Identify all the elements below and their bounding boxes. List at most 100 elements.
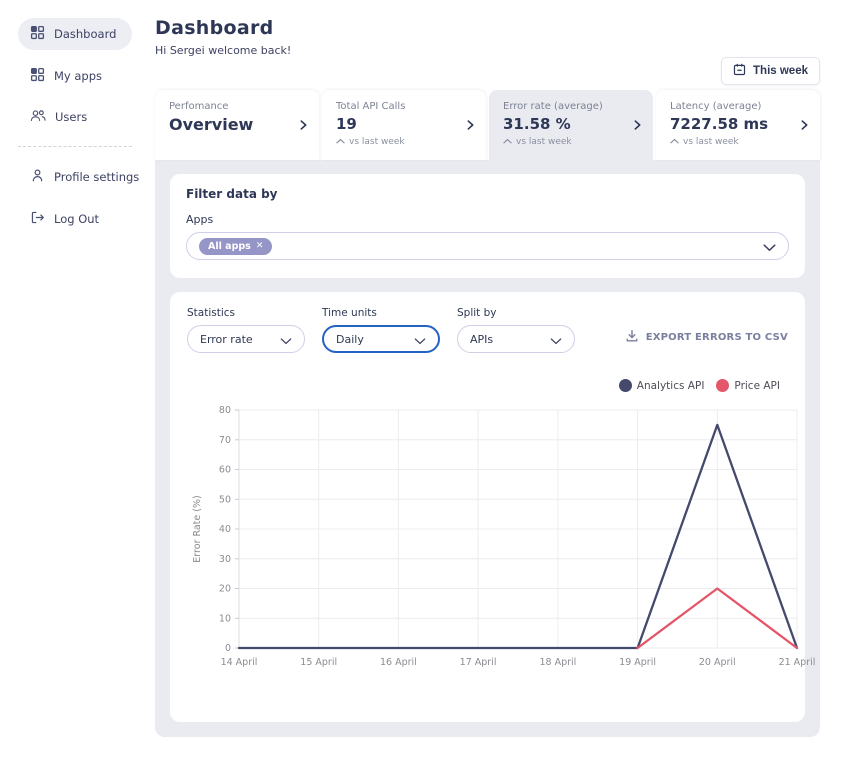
caret-up-icon	[336, 137, 345, 147]
svg-text:21 April: 21 April	[779, 657, 816, 668]
svg-text:30: 30	[219, 554, 231, 565]
svg-text:14 April: 14 April	[221, 657, 258, 668]
apps-field-label: Apps	[186, 213, 789, 226]
statistics-control: Statistics Error rate	[187, 307, 305, 353]
error-rate-chart: 0102030405060708014 April15 April16 Apri…	[187, 394, 788, 692]
svg-text:20 April: 20 April	[699, 657, 736, 668]
grid-icon	[30, 67, 45, 85]
tab-label: Perfomance	[169, 101, 293, 112]
grid-icon	[30, 25, 45, 43]
sidebar-divider	[18, 146, 132, 147]
line-chart-svg: 0102030405060708014 April15 April16 Apri…	[187, 394, 818, 688]
chevron-right-icon	[467, 116, 474, 135]
tab-value: 31.58 %	[503, 115, 627, 133]
chip-close-icon[interactable]: ✕	[256, 241, 264, 251]
svg-text:40: 40	[219, 524, 231, 535]
tab-total-api-calls[interactable]: Total API Calls 19 vs last week	[322, 90, 486, 160]
tab-latency[interactable]: Latency (average) 7227.58 ms vs last wee…	[656, 90, 820, 160]
period-selector-button[interactable]: This week	[721, 57, 820, 85]
export-csv-label: EXPORT ERRORS TO CSV	[646, 332, 788, 343]
split-by-control: Split by APIs	[457, 307, 575, 353]
time-units-value: Daily	[336, 333, 364, 346]
legend-item-analytics-api[interactable]: Analytics API	[619, 379, 705, 392]
sidebar: Dashboard My apps Users	[0, 0, 148, 782]
split-by-select[interactable]: APIs	[457, 325, 575, 353]
sidebar-item-label: Log Out	[54, 212, 99, 226]
chart-controls: Statistics Error rate Time units Daily	[187, 307, 788, 353]
filter-card: Filter data by Apps All apps ✕	[170, 174, 805, 278]
main-content: Dashboard Hi Sergei welcome back! This w…	[155, 0, 820, 737]
tab-trend-label: vs last week	[683, 137, 739, 147]
tab-trend: vs last week	[336, 137, 460, 147]
svg-text:80: 80	[219, 405, 231, 416]
tab-error-rate[interactable]: Error rate (average) 31.58 % vs last wee…	[489, 90, 653, 160]
chevron-down-icon	[280, 330, 292, 349]
svg-text:19 April: 19 April	[619, 657, 656, 668]
tab-value: 7227.58 ms	[670, 115, 794, 133]
legend-item-price-api[interactable]: Price API	[716, 379, 780, 392]
logout-icon	[30, 210, 45, 228]
svg-text:50: 50	[219, 494, 231, 505]
legend-dot	[619, 379, 632, 392]
sidebar-item-log-out[interactable]: Log Out	[18, 203, 111, 235]
chart-legend: Analytics API Price API	[187, 379, 780, 392]
chevron-right-icon	[801, 116, 808, 135]
tab-performance-overview[interactable]: Perfomance Overview	[155, 90, 319, 160]
svg-text:20: 20	[219, 584, 231, 595]
dashboard-panel: Filter data by Apps All apps ✕ Statistic…	[155, 160, 820, 737]
page-title: Dashboard	[155, 17, 820, 39]
users-icon	[30, 109, 46, 125]
statistics-value: Error rate	[200, 333, 253, 346]
apps-multiselect[interactable]: All apps ✕	[186, 232, 789, 260]
svg-text:18 April: 18 April	[539, 657, 576, 668]
svg-text:0: 0	[225, 643, 231, 654]
legend-label: Price API	[734, 380, 780, 392]
sidebar-item-label: Profile settings	[54, 170, 139, 184]
chevron-down-icon	[414, 330, 426, 349]
sidebar-item-label: Dashboard	[54, 27, 116, 41]
chevron-down-icon	[550, 330, 562, 349]
filter-heading: Filter data by	[186, 187, 789, 201]
tab-label: Latency (average)	[670, 101, 794, 112]
tab-trend-label: vs last week	[349, 137, 405, 147]
chevron-down-icon	[763, 237, 776, 256]
time-units-control: Time units Daily	[322, 307, 440, 353]
chevron-right-icon	[300, 116, 307, 135]
legend-label: Analytics API	[637, 380, 705, 392]
tab-trend: vs last week	[503, 137, 627, 147]
stat-tabs: Perfomance Overview Total API Calls 19 v…	[155, 90, 820, 160]
chip-label: All apps	[208, 241, 251, 252]
split-by-value: APIs	[470, 333, 493, 346]
all-apps-chip: All apps ✕	[199, 238, 272, 255]
tab-label: Error rate (average)	[503, 101, 627, 112]
tab-trend: vs last week	[670, 137, 794, 147]
sidebar-item-label: Users	[55, 110, 87, 124]
calendar-icon	[733, 63, 746, 79]
sidebar-item-dashboard[interactable]: Dashboard	[18, 18, 132, 50]
svg-text:70: 70	[219, 435, 231, 446]
svg-text:17 April: 17 April	[460, 657, 497, 668]
greeting-text: Hi Sergei welcome back!	[155, 44, 820, 57]
chevron-right-icon	[634, 116, 641, 135]
tab-label: Total API Calls	[336, 101, 460, 112]
svg-text:60: 60	[219, 465, 231, 476]
sidebar-item-users[interactable]: Users	[18, 102, 99, 132]
split-by-label: Split by	[457, 307, 575, 319]
tab-trend-label: vs last week	[516, 137, 572, 147]
legend-dot	[716, 379, 729, 392]
sidebar-item-label: My apps	[54, 69, 102, 83]
statistics-select[interactable]: Error rate	[187, 325, 305, 353]
sidebar-item-my-apps[interactable]: My apps	[18, 60, 114, 92]
person-icon	[30, 168, 45, 186]
svg-text:Error Rate (%): Error Rate (%)	[192, 495, 203, 562]
time-units-label: Time units	[322, 307, 440, 319]
svg-text:16 April: 16 April	[380, 657, 417, 668]
time-units-select[interactable]: Daily	[322, 325, 440, 353]
download-icon	[625, 329, 639, 346]
svg-text:15 April: 15 April	[300, 657, 337, 668]
sidebar-item-profile-settings[interactable]: Profile settings	[18, 161, 151, 193]
export-csv-button[interactable]: EXPORT ERRORS TO CSV	[625, 329, 788, 353]
caret-up-icon	[670, 137, 679, 147]
caret-up-icon	[503, 137, 512, 147]
tab-value: Overview	[169, 115, 293, 134]
